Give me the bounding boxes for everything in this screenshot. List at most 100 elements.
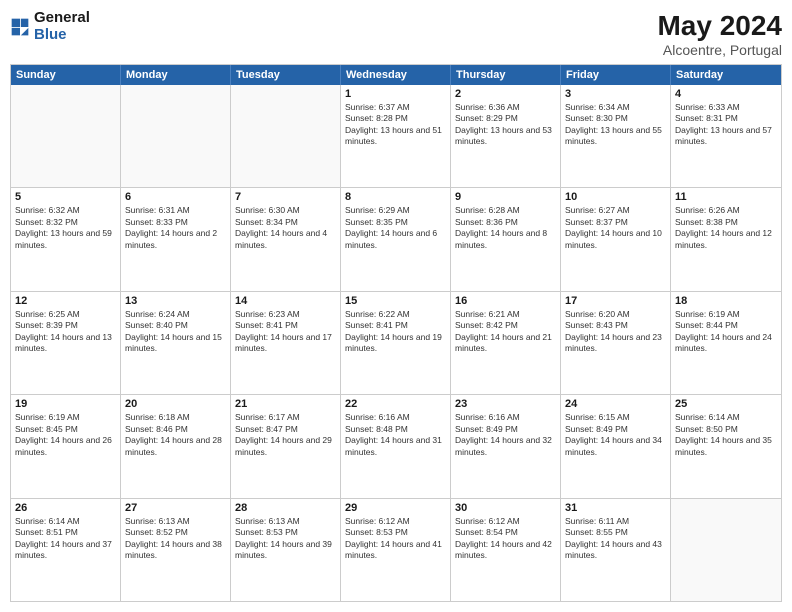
calendar-cell: 31 Sunrise: 6:11 AMSunset: 8:55 PMDayligh… (561, 499, 671, 601)
day-number: 14 (235, 295, 336, 307)
day-number: 1 (345, 88, 446, 100)
logo-text: General Blue (34, 10, 90, 43)
day-number: 9 (455, 191, 556, 203)
cell-info: Sunrise: 6:14 AMSunset: 8:51 PMDaylight:… (15, 516, 116, 562)
month-title: May 2024 (657, 10, 782, 42)
cell-info: Sunrise: 6:11 AMSunset: 8:55 PMDaylight:… (565, 516, 666, 562)
day-number: 20 (125, 398, 226, 410)
day-number: 21 (235, 398, 336, 410)
day-number: 17 (565, 295, 666, 307)
calendar-cell: 26 Sunrise: 6:14 AMSunset: 8:51 PMDayligh… (11, 499, 121, 601)
calendar-cell: 3Sunrise: 6:34 AMSunset: 8:30 PMDaylight… (561, 85, 671, 187)
cell-info: Sunrise: 6:26 AMSunset: 8:38 PMDaylight:… (675, 205, 777, 251)
calendar-cell (11, 85, 121, 187)
day-number: 19 (15, 398, 116, 410)
calendar-row: 26 Sunrise: 6:14 AMSunset: 8:51 PMDayligh… (11, 499, 781, 601)
calendar-cell: 28 Sunrise: 6:13 AMSunset: 8:53 PMDayligh… (231, 499, 341, 601)
cell-info: Sunrise: 6:12 AMSunset: 8:53 PMDaylight:… (345, 516, 446, 562)
day-number: 25 (675, 398, 777, 410)
day-number: 30 (455, 502, 556, 514)
cell-info: Sunrise: 6:29 AMSunset: 8:35 PMDaylight:… (345, 205, 446, 251)
cell-info: Sunrise: 6:21 AMSunset: 8:42 PMDaylight:… (455, 309, 556, 355)
calendar-cell: 23 Sunrise: 6:16 AMSunset: 8:49 PMDayligh… (451, 395, 561, 497)
calendar-cell: 8Sunrise: 6:29 AMSunset: 8:35 PMDaylight… (341, 188, 451, 290)
day-number: 27 (125, 502, 226, 514)
calendar-cell: 16 Sunrise: 6:21 AMSunset: 8:42 PMDayligh… (451, 292, 561, 394)
day-number: 4 (675, 88, 777, 100)
cell-info: Sunrise: 6:18 AMSunset: 8:46 PMDaylight:… (125, 412, 226, 458)
cell-info: Sunrise: 6:19 AMSunset: 8:45 PMDaylight:… (15, 412, 116, 458)
location-title: Alcoentre, Portugal (657, 42, 782, 58)
day-number: 11 (675, 191, 777, 203)
day-number: 31 (565, 502, 666, 514)
calendar-cell: 14Sunrise: 6:23 AMSunset: 8:41 PMDayligh… (231, 292, 341, 394)
calendar-cell (231, 85, 341, 187)
calendar-cell: 24Sunrise: 6:15 AMSunset: 8:49 PMDayligh… (561, 395, 671, 497)
calendar-row: 1Sunrise: 6:37 AMSunset: 8:28 PMDaylight… (11, 85, 781, 188)
day-number: 2 (455, 88, 556, 100)
weekday-header: Sunday (11, 65, 121, 85)
title-area: May 2024 Alcoentre, Portugal (657, 10, 782, 58)
day-number: 23 (455, 398, 556, 410)
day-number: 10 (565, 191, 666, 203)
calendar-cell: 30 Sunrise: 6:12 AMSunset: 8:54 PMDayligh… (451, 499, 561, 601)
day-number: 6 (125, 191, 226, 203)
cell-info: Sunrise: 6:12 AMSunset: 8:54 PMDaylight:… (455, 516, 556, 562)
calendar-cell: 4 Sunrise: 6:33 AMSunset: 8:31 PMDaylight… (671, 85, 781, 187)
calendar: SundayMondayTuesdayWednesdayThursdayFrid… (10, 64, 782, 602)
cell-info: Sunrise: 6:14 AMSunset: 8:50 PMDaylight:… (675, 412, 777, 458)
calendar-header: SundayMondayTuesdayWednesdayThursdayFrid… (11, 65, 781, 85)
cell-info: Sunrise: 6:27 AMSunset: 8:37 PMDaylight:… (565, 205, 666, 251)
cell-info: Sunrise: 6:22 AMSunset: 8:41 PMDaylight:… (345, 309, 446, 355)
calendar-cell: 20 Sunrise: 6:18 AMSunset: 8:46 PMDayligh… (121, 395, 231, 497)
day-number: 5 (15, 191, 116, 203)
cell-info: Sunrise: 6:30 AMSunset: 8:34 PMDaylight:… (235, 205, 336, 251)
calendar-cell: 18Sunrise: 6:19 AMSunset: 8:44 PMDayligh… (671, 292, 781, 394)
calendar-cell: 12 Sunrise: 6:25 AMSunset: 8:39 PMDayligh… (11, 292, 121, 394)
day-number: 7 (235, 191, 336, 203)
day-number: 29 (345, 502, 446, 514)
calendar-body: 1Sunrise: 6:37 AMSunset: 8:28 PMDaylight… (11, 85, 781, 601)
calendar-cell: 10 Sunrise: 6:27 AMSunset: 8:37 PMDayligh… (561, 188, 671, 290)
day-number: 15 (345, 295, 446, 307)
day-number: 3 (565, 88, 666, 100)
cell-info: Sunrise: 6:13 AMSunset: 8:52 PMDaylight:… (125, 516, 226, 562)
calendar-cell: 13Sunrise: 6:24 AMSunset: 8:40 PMDayligh… (121, 292, 231, 394)
cell-info: Sunrise: 6:16 AMSunset: 8:48 PMDaylight:… (345, 412, 446, 458)
logo-icon (10, 17, 30, 37)
calendar-cell (121, 85, 231, 187)
calendar-cell: 25 Sunrise: 6:14 AMSunset: 8:50 PMDayligh… (671, 395, 781, 497)
calendar-cell: 9Sunrise: 6:28 AMSunset: 8:36 PMDaylight… (451, 188, 561, 290)
weekday-header: Monday (121, 65, 231, 85)
day-number: 16 (455, 295, 556, 307)
day-number: 12 (15, 295, 116, 307)
calendar-cell: 7 Sunrise: 6:30 AMSunset: 8:34 PMDaylight… (231, 188, 341, 290)
cell-info: Sunrise: 6:36 AMSunset: 8:29 PMDaylight:… (455, 102, 556, 148)
cell-info: Sunrise: 6:20 AMSunset: 8:43 PMDaylight:… (565, 309, 666, 355)
day-number: 26 (15, 502, 116, 514)
cell-info: Sunrise: 6:31 AMSunset: 8:33 PMDaylight:… (125, 205, 226, 251)
cell-info: Sunrise: 6:13 AMSunset: 8:53 PMDaylight:… (235, 516, 336, 562)
calendar-cell (671, 499, 781, 601)
calendar-row: 19 Sunrise: 6:19 AMSunset: 8:45 PMDayligh… (11, 395, 781, 498)
day-number: 24 (565, 398, 666, 410)
cell-info: Sunrise: 6:25 AMSunset: 8:39 PMDaylight:… (15, 309, 116, 355)
calendar-cell: 27 Sunrise: 6:13 AMSunset: 8:52 PMDayligh… (121, 499, 231, 601)
cell-info: Sunrise: 6:19 AMSunset: 8:44 PMDaylight:… (675, 309, 777, 355)
weekday-header: Friday (561, 65, 671, 85)
logo-blue: Blue (34, 26, 67, 43)
cell-info: Sunrise: 6:16 AMSunset: 8:49 PMDaylight:… (455, 412, 556, 458)
calendar-cell: 1Sunrise: 6:37 AMSunset: 8:28 PMDaylight… (341, 85, 451, 187)
calendar-row: 12 Sunrise: 6:25 AMSunset: 8:39 PMDayligh… (11, 292, 781, 395)
calendar-cell: 11 Sunrise: 6:26 AMSunset: 8:38 PMDayligh… (671, 188, 781, 290)
day-number: 28 (235, 502, 336, 514)
calendar-cell: 22Sunrise: 6:16 AMSunset: 8:48 PMDayligh… (341, 395, 451, 497)
calendar-cell: 17 Sunrise: 6:20 AMSunset: 8:43 PMDayligh… (561, 292, 671, 394)
cell-info: Sunrise: 6:33 AMSunset: 8:31 PMDaylight:… (675, 102, 777, 148)
logo-general: General (34, 9, 90, 26)
calendar-cell: 5Sunrise: 6:32 AMSunset: 8:32 PMDaylight… (11, 188, 121, 290)
page: General Blue May 2024 Alcoentre, Portuga… (0, 0, 792, 612)
weekday-header: Tuesday (231, 65, 341, 85)
calendar-cell: 2 Sunrise: 6:36 AMSunset: 8:29 PMDaylight… (451, 85, 561, 187)
header: General Blue May 2024 Alcoentre, Portuga… (10, 10, 782, 58)
